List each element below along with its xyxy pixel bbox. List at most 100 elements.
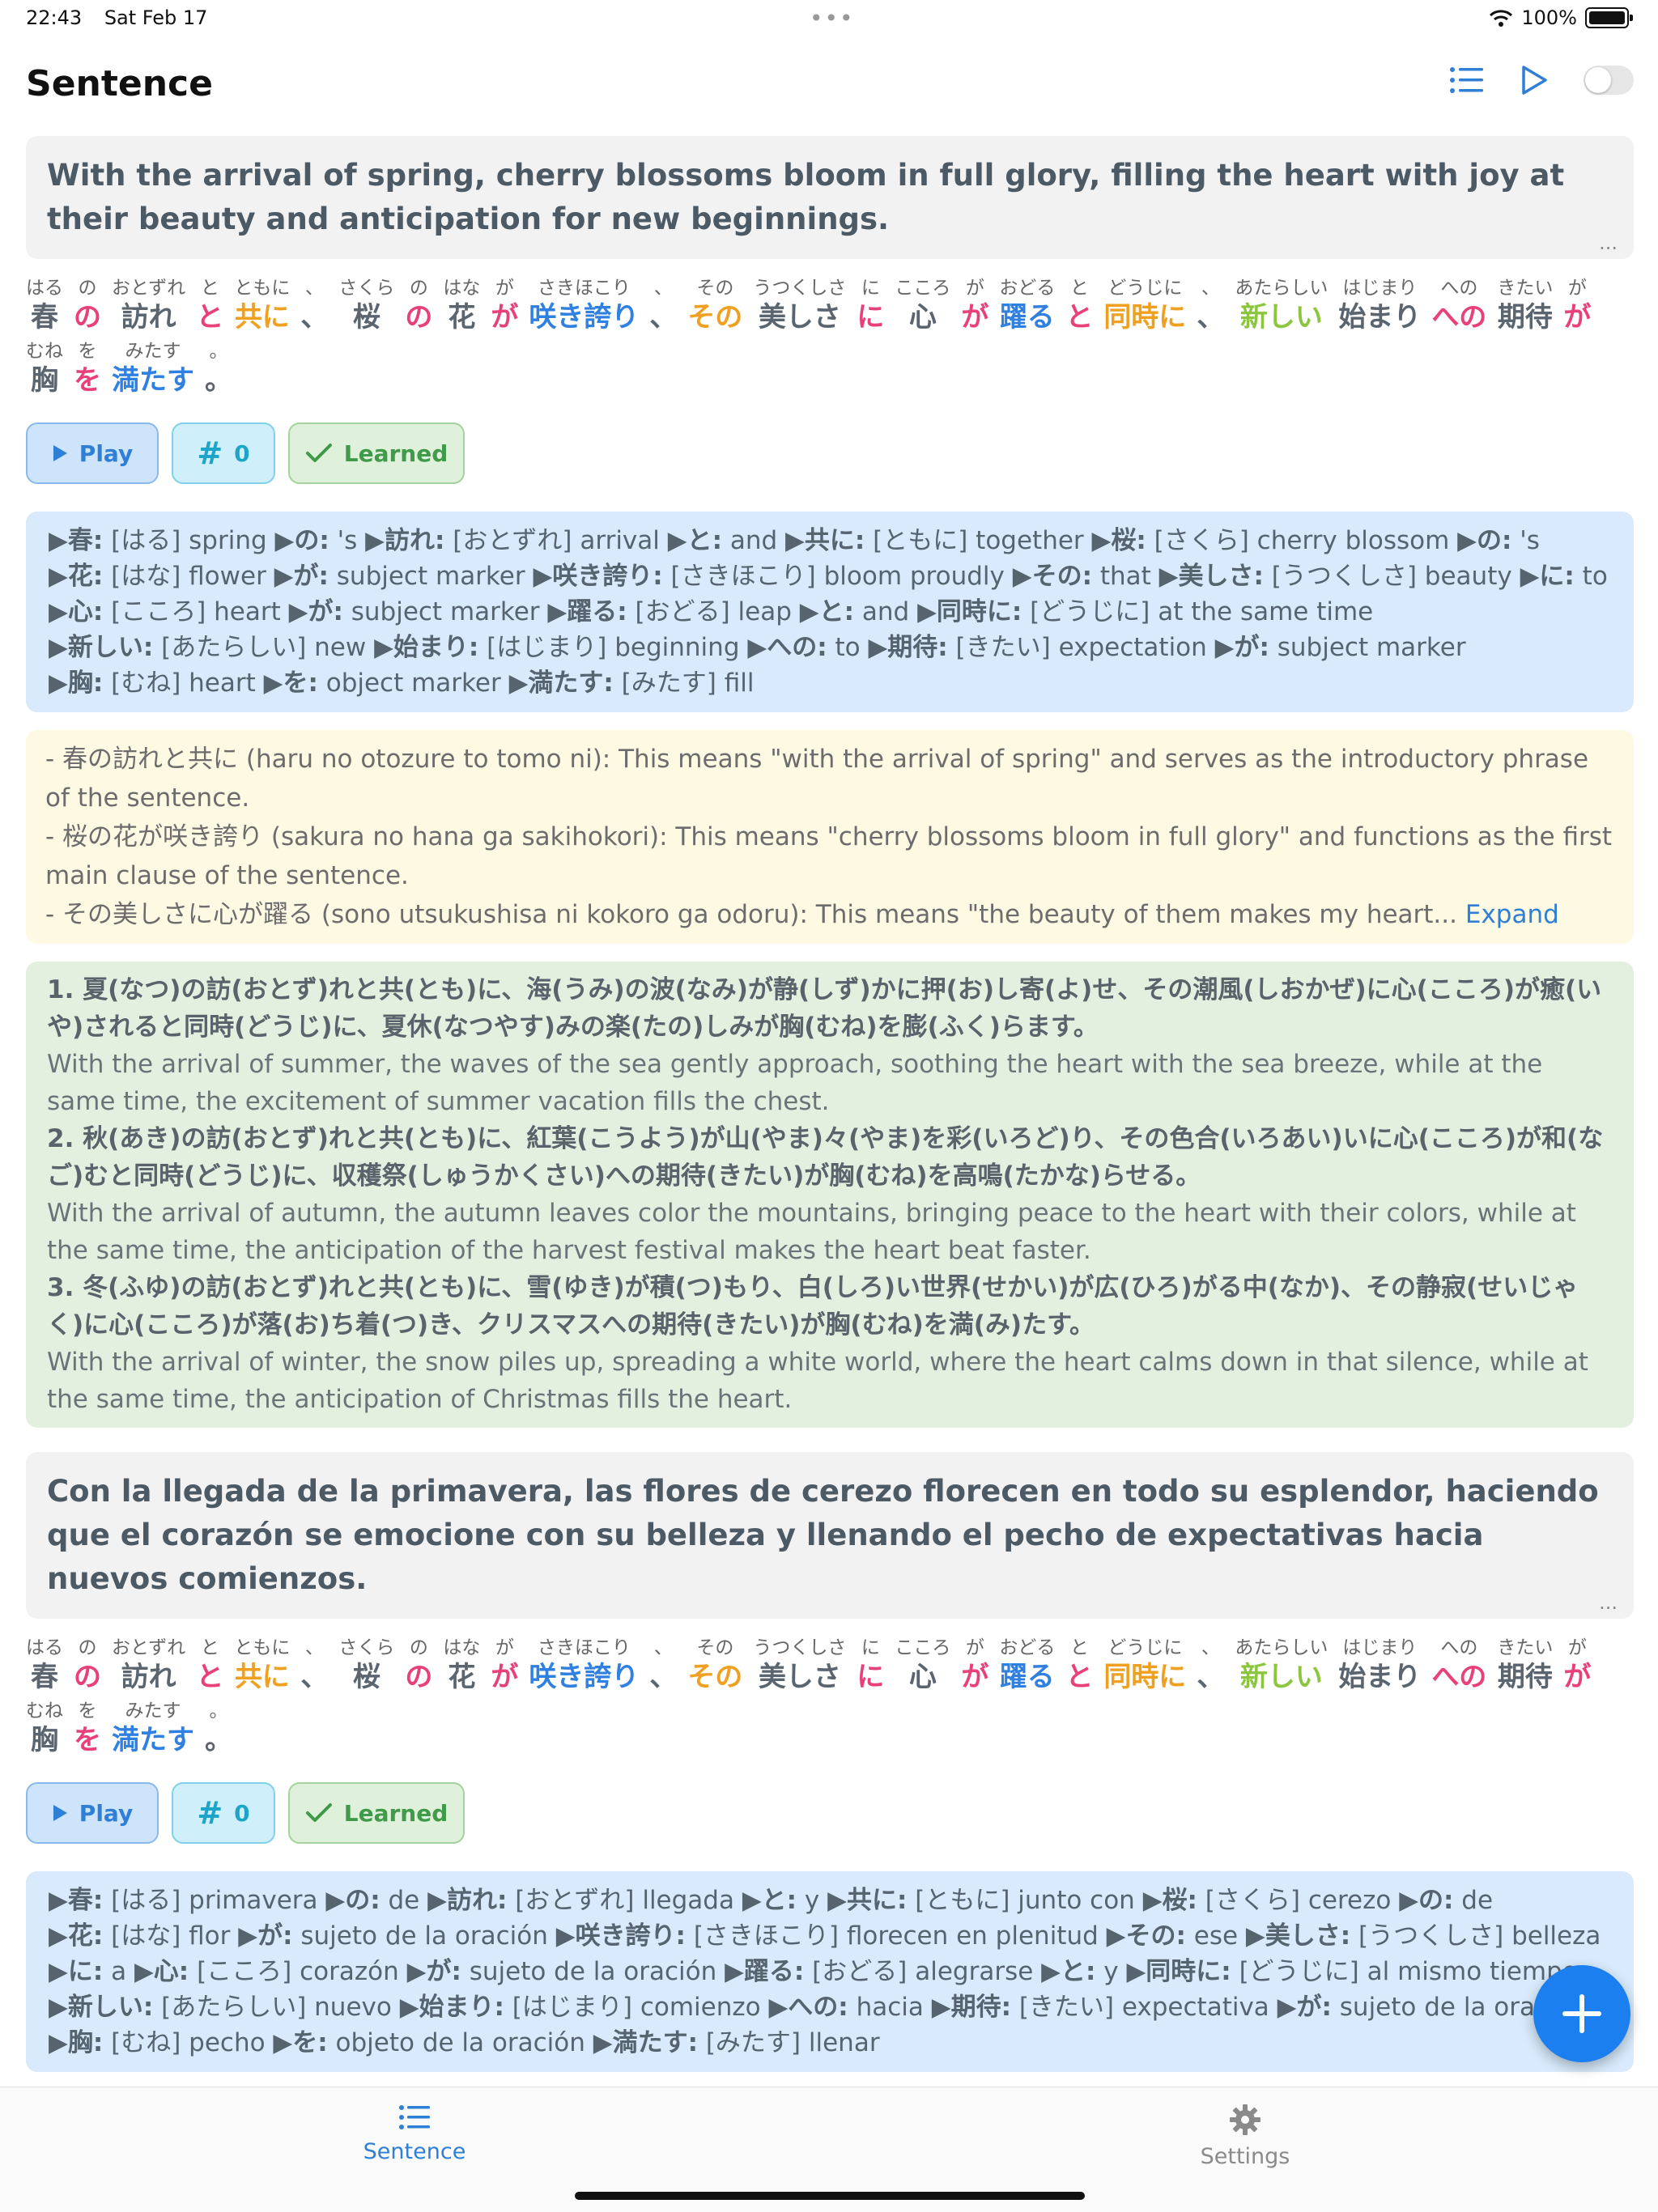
sentence-list[interactable]: With the arrival of spring, cherry bloss… [26, 136, 1634, 2087]
furigana-word: と [1065, 1661, 1094, 1693]
learned-button[interactable]: Learned [288, 422, 465, 484]
play-icon[interactable] [1520, 65, 1548, 96]
furigana-token[interactable]: どうじに 同時に [1103, 277, 1186, 335]
vocab-term: ▶花: [49, 562, 104, 591]
vocab-term: ▶共に: [785, 526, 865, 555]
play-button[interactable]: Play [26, 1782, 159, 1844]
furigana-token[interactable]: とと [1065, 1637, 1093, 1695]
furigana-token[interactable]: あたらしい 新しい [1235, 1637, 1328, 1695]
furigana-token[interactable]: さきほこり 咲き誇り [529, 1637, 639, 1695]
furigana-token[interactable]: むね胸 [26, 340, 63, 398]
vocab-term: ▶美しさ: [1245, 1921, 1351, 1951]
furigana-word: 躍る [999, 301, 1055, 333]
more-icon[interactable]: ... [1599, 1591, 1618, 1614]
furigana-token[interactable]: おとずれ 訪れ [112, 1637, 185, 1695]
furigana-token[interactable]: とと [1065, 277, 1093, 335]
furigana-token[interactable]: ともに 共に [234, 1637, 290, 1695]
furigana-token[interactable]: がが [1563, 1637, 1591, 1695]
furigana-token[interactable]: のの [405, 1637, 432, 1695]
count-button[interactable]: # 0 [172, 1782, 275, 1844]
furigana-token[interactable]: あたらしい 新しい [1235, 277, 1328, 335]
furigana-token[interactable]: 、、 [300, 277, 328, 335]
furigana-word: 咲き誇り [529, 1661, 640, 1693]
furigana-token[interactable]: はる春 [26, 1637, 63, 1695]
furigana-token[interactable]: はじまり 始まり [1338, 277, 1421, 335]
furigana-token[interactable]: のの [74, 277, 101, 335]
furigana-token[interactable]: とと [196, 1637, 223, 1695]
multitask-dots[interactable]: ••• [810, 5, 855, 32]
furigana-token[interactable]: むね胸 [26, 1700, 63, 1758]
play-button[interactable]: Play [26, 422, 159, 484]
furigana-token[interactable]: きたい 期待 [1497, 1637, 1553, 1695]
vocab-definition: [はる] spring [103, 526, 275, 555]
furigana-token[interactable]: にに [857, 1637, 884, 1695]
vocab-term: ▶への: [747, 633, 827, 662]
furigana-token[interactable]: 、、 [300, 1637, 328, 1695]
count-button[interactable]: # 0 [172, 422, 275, 484]
furigana-token[interactable]: 、、 [649, 277, 677, 335]
tab-settings[interactable]: Settings [1164, 2104, 1326, 2169]
furigana-token[interactable]: への への [1431, 277, 1486, 335]
furigana-token[interactable]: 、、 [649, 1637, 677, 1695]
furigana-token[interactable]: をを [74, 1700, 101, 1758]
furigana-reading: 、 [1201, 278, 1220, 299]
furigana-token[interactable]: おどる 躍る [999, 1637, 1055, 1695]
learned-button[interactable]: Learned [288, 1782, 465, 1844]
mode-toggle[interactable] [1584, 66, 1634, 95]
furigana-token[interactable]: おどる 躍る [999, 277, 1055, 335]
furigana-token[interactable]: うつくしさ 美しさ [753, 277, 846, 335]
vocab-definition: [こころ] heart [103, 597, 289, 626]
furigana-token[interactable]: 、、 [1197, 277, 1224, 335]
furigana-token[interactable]: はじまり 始まり [1338, 1637, 1421, 1695]
furigana-token[interactable]: をを [74, 340, 101, 398]
more-icon[interactable]: ... [1599, 231, 1618, 254]
vocab-term: ▶咲き誇り: [555, 1921, 686, 1951]
furigana-token[interactable]: はる春 [26, 277, 63, 335]
furigana-token[interactable]: さくら桜 [338, 1637, 394, 1695]
tab-sentence[interactable]: Sentence [334, 2104, 495, 2164]
furigana-token[interactable]: 。。 [205, 340, 232, 398]
furigana-token[interactable]: 、、 [1197, 1637, 1224, 1695]
vocab-definition: to [827, 633, 869, 662]
sentence-translation[interactable]: With the arrival of spring, cherry bloss… [26, 136, 1634, 259]
furigana-token[interactable]: にに [857, 277, 884, 335]
furigana-token[interactable]: その その [687, 1637, 742, 1695]
furigana-reading: こころ [895, 1637, 951, 1658]
furigana-token[interactable]: がが [491, 277, 518, 335]
furigana-token[interactable]: みたす 満たす [112, 1700, 194, 1758]
navigation-bar: Sentence [0, 57, 1658, 113]
furigana-word: その [687, 301, 743, 333]
furigana-token[interactable]: どうじに 同時に [1103, 1637, 1186, 1695]
furigana-token[interactable]: のの [405, 277, 432, 335]
furigana-token[interactable]: への への [1431, 1637, 1486, 1695]
vocab-definition: [ともに] junto con [907, 1886, 1143, 1915]
furigana-token[interactable]: きたい 期待 [1497, 277, 1553, 335]
furigana-token[interactable]: がが [1563, 277, 1591, 335]
sentence-translation[interactable]: Con la llegada de la primavera, las flor… [26, 1452, 1634, 1619]
furigana-token[interactable]: こころ心 [895, 1637, 950, 1695]
furigana-word: を [74, 364, 101, 397]
furigana-token[interactable]: その その [687, 277, 742, 335]
expand-link[interactable]: Expand [1465, 900, 1559, 929]
furigana-token[interactable]: ともに 共に [234, 277, 290, 335]
furigana-token[interactable]: こころ心 [895, 277, 950, 335]
furigana-token[interactable]: 。。 [205, 1700, 232, 1758]
furigana-word: 、 [1197, 1661, 1225, 1693]
checkmark-icon [305, 444, 332, 462]
furigana-token[interactable]: がが [961, 1637, 988, 1695]
furigana-token[interactable]: はな花 [443, 277, 480, 335]
furigana-token[interactable]: のの [74, 1637, 101, 1695]
furigana-token[interactable]: さきほこり 咲き誇り [529, 277, 639, 335]
vocab-definition: [はな] flower [103, 562, 274, 591]
furigana-token[interactable]: とと [196, 277, 223, 335]
furigana-token[interactable]: さくら桜 [338, 277, 394, 335]
furigana-token[interactable]: おとずれ 訪れ [112, 277, 185, 335]
furigana-token[interactable]: うつくしさ 美しさ [753, 1637, 846, 1695]
furigana-token[interactable]: はな花 [443, 1637, 480, 1695]
furigana-token[interactable]: がが [491, 1637, 518, 1695]
furigana-token[interactable]: みたす 満たす [112, 340, 194, 398]
list-icon[interactable] [1449, 66, 1485, 95]
home-indicator[interactable] [575, 2192, 1085, 2200]
furigana-token[interactable]: がが [961, 277, 988, 335]
add-button[interactable] [1533, 1965, 1630, 2062]
